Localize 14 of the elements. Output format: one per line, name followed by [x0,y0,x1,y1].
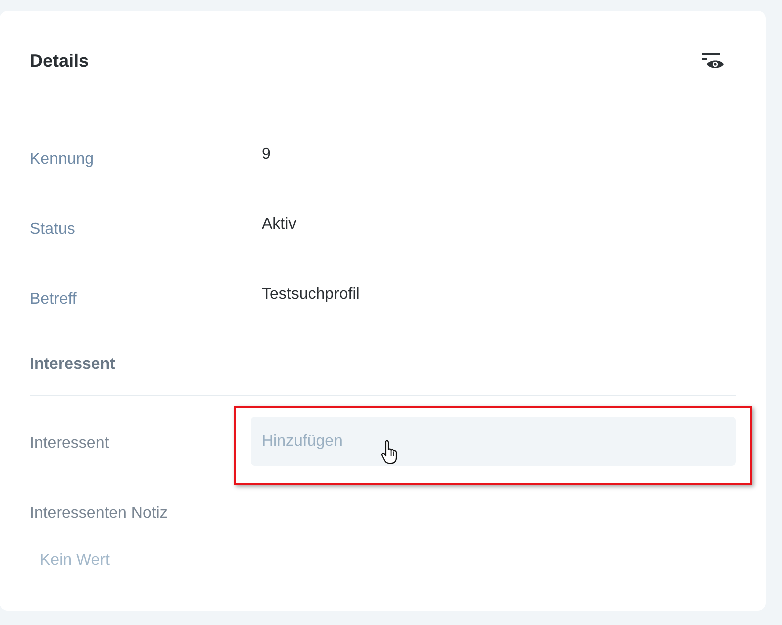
card-title: Details [30,50,90,73]
field-label: Betreff [30,290,77,310]
view-filter-icon[interactable] [701,52,725,70]
field-label: Kennung [30,150,94,170]
section-title: Interessent [30,355,116,375]
empty-value: Kein Wert [40,551,110,571]
hand-cursor-icon [381,440,398,465]
field-value: 9 [262,145,271,165]
field-label: Interessent [30,434,110,454]
field-label: Interessenten Notiz [30,504,168,524]
field-value: Testsuchprofil [262,285,360,305]
add-person-field[interactable]: Hinzufügen [251,417,736,466]
field-value: Aktiv [262,215,297,235]
field-label: Status [30,220,76,240]
